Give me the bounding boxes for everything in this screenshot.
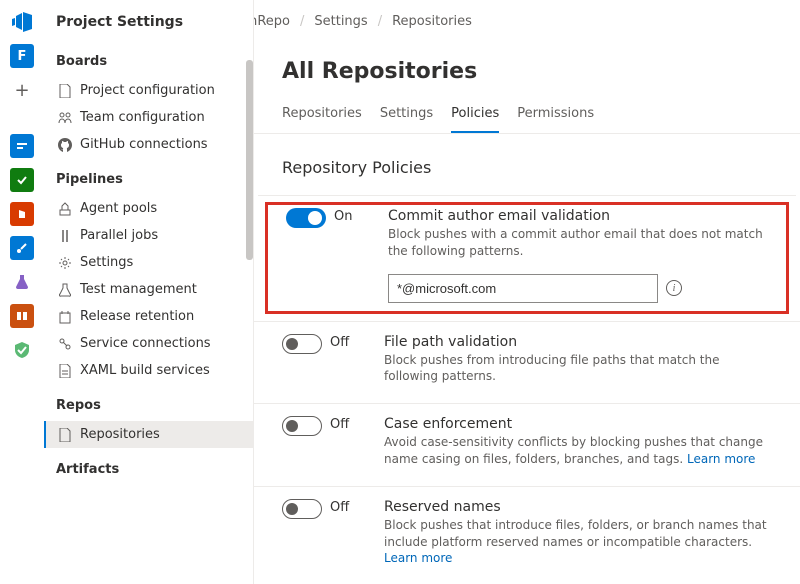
pipe-rail-icon[interactable]: [10, 236, 34, 260]
toggle-label: Off: [330, 416, 349, 432]
nav-release-retention[interactable]: Release retention: [44, 303, 253, 330]
section-pipelines-title: Pipelines: [44, 158, 253, 195]
policy-title: Case enforcement: [384, 416, 772, 432]
nav-service-connections[interactable]: Service connections: [44, 330, 253, 357]
nav-label: Release retention: [80, 309, 194, 324]
toggle-case[interactable]: [282, 416, 322, 436]
nav-label: Service connections: [80, 336, 211, 351]
test-icon: [58, 283, 72, 297]
nav-team-configuration[interactable]: Team configuration: [44, 104, 253, 131]
nav-label: XAML build services: [80, 363, 210, 378]
office-rail-icon[interactable]: [10, 202, 34, 226]
nav-label: Repositories: [80, 427, 160, 442]
toggle-label: Off: [330, 499, 349, 515]
policy-case-enforcement: Off Case enforcement Avoid case-sensitiv…: [254, 403, 800, 486]
policy-desc: Block pushes with a commit author email …: [388, 226, 768, 260]
learn-more-link[interactable]: Learn more: [384, 551, 452, 565]
crumb-sep: /: [300, 14, 304, 29]
policy-reserved-names: Off Reserved names Block pushes that int…: [254, 486, 800, 584]
team-icon: [58, 111, 72, 125]
nav-repositories[interactable]: Repositories: [44, 421, 253, 448]
crumb-repo[interactable]: FabrikamRepo: [254, 14, 290, 29]
toggle-commit-email[interactable]: [286, 208, 326, 228]
tab-permissions[interactable]: Permissions: [517, 100, 594, 133]
nav-settings[interactable]: Settings: [44, 249, 253, 276]
toggle-label: Off: [330, 334, 349, 350]
nav-label: Agent pools: [80, 201, 157, 216]
github-icon: [58, 138, 72, 152]
nav-label: Project configuration: [80, 83, 215, 98]
policy-title: Commit author email validation: [388, 208, 768, 224]
shield-rail-icon[interactable]: [10, 338, 34, 362]
toggle-label: On: [334, 208, 352, 224]
tab-repositories[interactable]: Repositories: [282, 100, 362, 133]
add-icon[interactable]: +: [10, 78, 34, 102]
project-tile-icon[interactable]: F: [10, 44, 34, 68]
connection-icon: [58, 337, 72, 351]
nav-label: Test management: [80, 282, 197, 297]
toggle-file-path[interactable]: [282, 334, 322, 354]
left-icon-rail: F +: [0, 0, 44, 584]
learn-more-link[interactable]: Learn more: [687, 452, 755, 466]
data-rail-icon[interactable]: [10, 304, 34, 328]
nav-agent-pools[interactable]: Agent pools: [44, 195, 253, 222]
tab-settings[interactable]: Settings: [380, 100, 433, 133]
azure-devops-logo-icon[interactable]: [10, 10, 34, 34]
nav-label: Settings: [80, 255, 133, 270]
page-title: All Repositories: [254, 29, 800, 100]
nav-test-management[interactable]: Test management: [44, 276, 253, 303]
toggle-reserved[interactable]: [282, 499, 322, 519]
nav-xaml-build[interactable]: XAML build services: [44, 357, 253, 384]
policy-file-path-validation: Off File path validation Block pushes fr…: [254, 321, 800, 404]
email-pattern-input[interactable]: [388, 274, 658, 303]
nav-label: Parallel jobs: [80, 228, 158, 243]
policy-desc: Avoid case-sensitivity conflicts by bloc…: [384, 434, 772, 468]
section-repos-title: Repos: [44, 384, 253, 421]
section-boards-title: Boards: [44, 40, 253, 77]
tab-policies[interactable]: Policies: [451, 100, 499, 133]
breadcrumb: fabrikam-tailspin / FabrikamRepo / Setti…: [254, 0, 800, 29]
flask-rail-icon[interactable]: [10, 270, 34, 294]
tests-rail-icon[interactable]: [10, 168, 34, 192]
settings-panel-title: Project Settings: [44, 0, 253, 40]
nav-parallel-jobs[interactable]: Parallel jobs: [44, 222, 253, 249]
nav-project-configuration[interactable]: Project configuration: [44, 77, 253, 104]
nav-label: Team configuration: [80, 110, 205, 125]
crumb-settings[interactable]: Settings: [314, 14, 367, 29]
section-artifacts-title: Artifacts: [44, 448, 253, 485]
project-settings-panel: Project Settings Boards Project configur…: [44, 0, 254, 584]
parallel-icon: [58, 229, 72, 243]
scrollbar-thumb[interactable]: [246, 60, 253, 260]
main-content: fabrikam-tailspin / FabrikamRepo / Setti…: [254, 0, 800, 584]
boards-rail-icon[interactable]: [10, 134, 34, 158]
nav-label: GitHub connections: [80, 137, 208, 152]
info-icon[interactable]: i: [666, 280, 682, 296]
doc-icon: [58, 84, 72, 98]
policy-desc: Block pushes from introducing file paths…: [384, 352, 772, 386]
crumb-sep: /: [378, 14, 382, 29]
gear-icon: [58, 256, 72, 270]
policy-desc: Block pushes that introduce files, folde…: [384, 517, 772, 567]
retention-icon: [58, 310, 72, 324]
policy-title: File path validation: [384, 334, 772, 350]
policy-commit-author-email: On Commit author email validation Block …: [258, 195, 796, 321]
repo-icon: [58, 428, 72, 442]
tab-bar: Repositories Settings Policies Permissio…: [254, 100, 800, 134]
nav-github-connections[interactable]: GitHub connections: [44, 131, 253, 158]
crumb-repositories[interactable]: Repositories: [392, 14, 472, 29]
policy-title: Reserved names: [384, 499, 772, 515]
section-title: Repository Policies: [254, 134, 800, 195]
pool-icon: [58, 202, 72, 216]
xaml-icon: [58, 364, 72, 378]
